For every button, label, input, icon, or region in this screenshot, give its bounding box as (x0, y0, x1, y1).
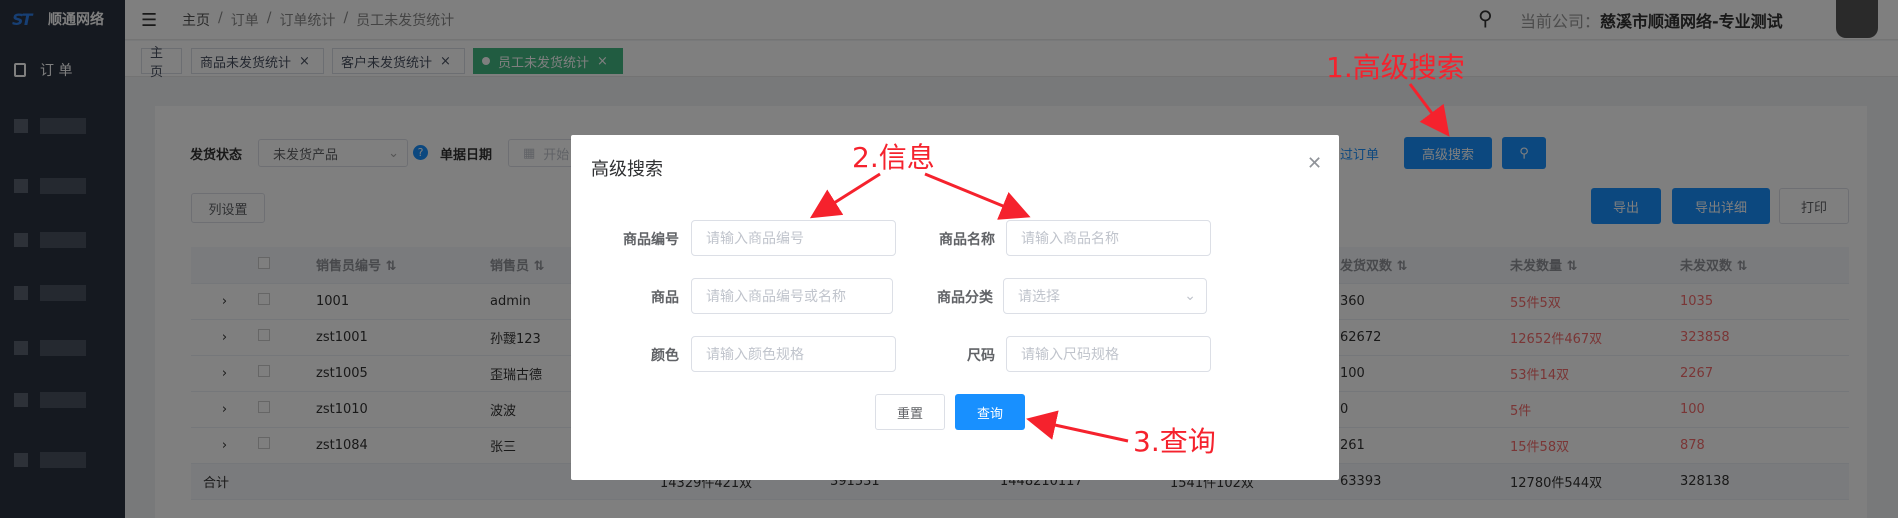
arrow-line (809, 172, 881, 219)
arrow-line (924, 172, 1031, 220)
arrow-line (1026, 410, 1129, 443)
arrow-line (1408, 83, 1450, 137)
annotation-arrows (809, 83, 1450, 443)
